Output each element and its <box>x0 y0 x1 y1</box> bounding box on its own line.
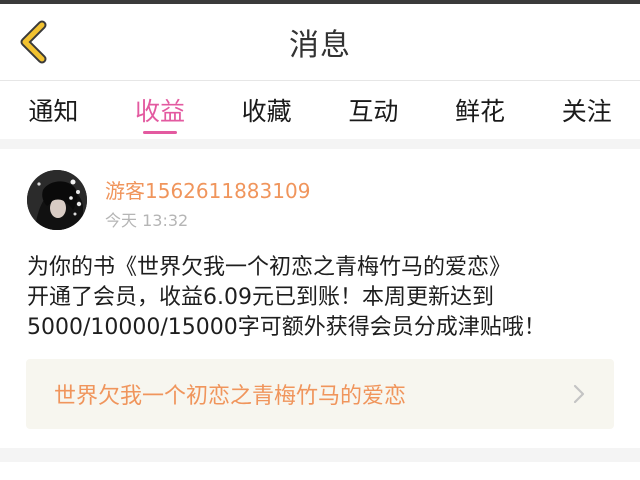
tab-earnings[interactable]: 收益 <box>107 81 214 139</box>
message-body: 为你的书《世界欠我一个初恋之青梅竹马的爱恋》 开通了会员，收益6.09元已到账！… <box>27 253 619 343</box>
message-line: 开通了会员，收益6.09元已到账！本周更新达到 <box>27 285 494 310</box>
tab-notifications[interactable]: 通知 <box>0 81 107 139</box>
book-link-card[interactable]: 世界欠我一个初恋之青梅竹马的爱恋 <box>26 359 614 429</box>
message-line: 为你的书《世界欠我一个初恋之青梅竹马的爱恋》 <box>27 255 512 280</box>
active-tab-indicator <box>143 131 177 134</box>
tab-flowers[interactable]: 鲜花 <box>427 81 534 139</box>
message-card: 游客1562611883109 今天 13:32 为你的书《世界欠我一个初恋之青… <box>0 149 640 448</box>
page-title: 消息 <box>289 28 351 63</box>
message-tabs: 通知 收益 收藏 互动 鲜花 关注 <box>0 81 640 139</box>
tab-interactions[interactable]: 互动 <box>320 81 427 139</box>
message-line: 5000/10000/15000字可额外获得会员分成津贴哦！ <box>27 315 546 340</box>
avatar[interactable] <box>27 170 87 230</box>
message-timestamp: 今天 13:32 <box>105 211 189 230</box>
chevron-left-icon <box>20 20 47 64</box>
back-button[interactable] <box>10 18 58 66</box>
chevron-right-icon <box>573 384 585 404</box>
tab-label: 关注 <box>561 97 612 126</box>
tab-label: 收益 <box>135 97 186 126</box>
sender-username[interactable]: 游客1562611883109 <box>105 175 310 204</box>
app-header: 消息 <box>0 4 640 81</box>
book-link-title: 世界欠我一个初恋之青梅竹马的爱恋 <box>54 384 407 409</box>
tab-label: 鲜花 <box>455 97 506 126</box>
tab-label: 通知 <box>28 97 79 126</box>
next-card-edge <box>0 462 640 480</box>
tab-label: 互动 <box>348 97 399 126</box>
tab-label: 收藏 <box>241 97 292 126</box>
tab-favorites[interactable]: 收藏 <box>213 81 320 139</box>
tab-following[interactable]: 关注 <box>533 81 640 139</box>
avatar-image <box>27 170 87 230</box>
